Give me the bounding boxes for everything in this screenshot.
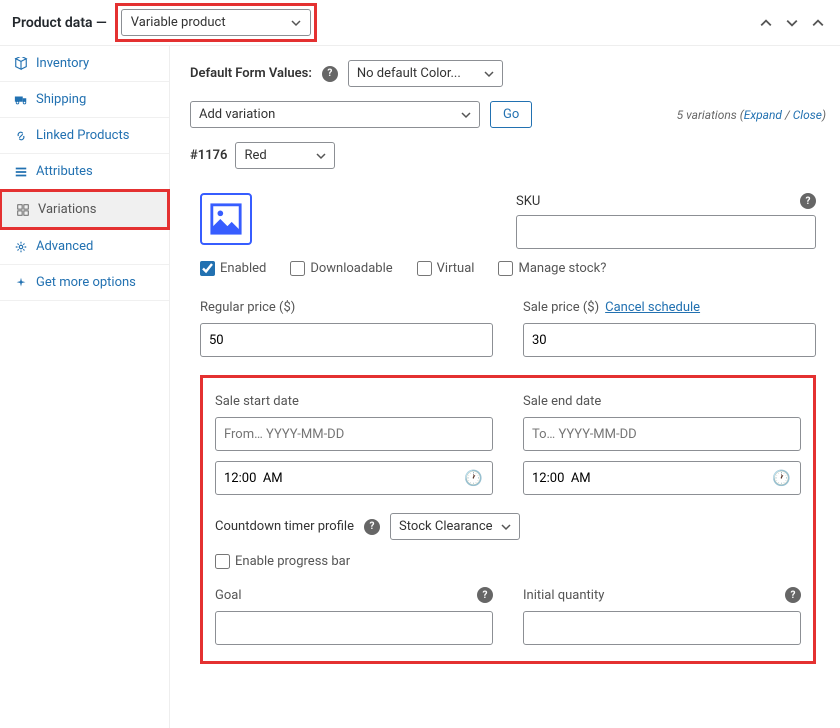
highlight-box: Sale start date 🕐 Sale end date 🕐 <box>200 375 816 664</box>
sidebar-item-linked[interactable]: Linked Products <box>0 118 169 154</box>
grid-icon <box>16 203 30 217</box>
default-form-label: Default Form Values: <box>190 66 312 81</box>
default-form-value: No default Color... <box>357 66 461 81</box>
enable-progress-checkbox[interactable]: Enable progress bar <box>215 554 801 569</box>
sale-end-label: Sale end date <box>523 394 801 409</box>
help-icon[interactable]: ? <box>477 587 493 603</box>
countdown-value: Stock Clearance <box>399 519 493 534</box>
panel-header: Product data — Variable product <box>0 0 840 46</box>
chevron-down-icon <box>501 522 511 532</box>
sidebar-item-label: Advanced <box>36 239 93 254</box>
sku-label: SKU <box>516 194 540 209</box>
sidebar-item-label: Variations <box>38 202 96 217</box>
chevron-down-icon <box>316 151 326 161</box>
sidebar-item-label: Get more options <box>36 275 136 290</box>
toggle-panel-icon[interactable] <box>808 13 828 33</box>
default-form-select[interactable]: No default Color... <box>348 60 503 87</box>
sale-start-label: Sale start date <box>215 394 493 409</box>
sale-end-time-input[interactable] <box>523 461 801 495</box>
expand-down-icon[interactable] <box>782 13 802 33</box>
sidebar-item-label: Attributes <box>36 164 93 179</box>
variation-image-placeholder[interactable] <box>200 193 252 245</box>
sidebar-item-label: Shipping <box>36 92 86 107</box>
sale-end-date-input[interactable] <box>523 417 801 451</box>
variations-meta: 5 variations (Expand / Close) <box>677 108 826 122</box>
chevron-down-icon <box>291 18 301 28</box>
sidebar-item-variations[interactable]: Variations <box>0 189 170 230</box>
add-variation-select[interactable]: Add variation <box>190 101 480 128</box>
sidebar-item-label: Inventory <box>36 56 89 71</box>
chevron-down-icon <box>484 69 494 79</box>
initial-qty-input[interactable] <box>523 611 801 645</box>
link-icon <box>14 129 28 143</box>
downloadable-checkbox[interactable]: Downloadable <box>290 261 392 276</box>
sale-price-label: Sale price ($) <box>523 300 599 315</box>
help-icon[interactable]: ? <box>785 587 801 603</box>
chevron-down-icon <box>461 110 471 120</box>
help-icon[interactable]: ? <box>800 193 816 209</box>
regular-price-input[interactable] <box>200 323 493 357</box>
enabled-checkbox[interactable]: Enabled <box>200 261 266 276</box>
virtual-checkbox[interactable]: Virtual <box>417 261 475 276</box>
image-icon <box>209 202 243 236</box>
header-actions <box>756 13 828 33</box>
goal-label: Goal <box>215 588 242 603</box>
product-type-select[interactable]: Variable product <box>121 9 311 36</box>
sidebar-item-label: Linked Products <box>36 128 129 143</box>
variation-id: #1176 <box>190 148 227 163</box>
content-area: Default Form Values: ? No default Color.… <box>170 46 840 728</box>
truck-icon <box>14 93 28 107</box>
close-link[interactable]: Close <box>793 108 822 122</box>
inventory-icon <box>14 57 28 71</box>
sparkle-icon <box>14 276 28 290</box>
sidebar-item-more[interactable]: Get more options <box>0 265 169 301</box>
panel-title: Product data — <box>12 15 107 31</box>
go-button[interactable]: Go <box>490 101 532 128</box>
initial-qty-label: Initial quantity <box>523 588 604 603</box>
variation-attr-value: Red <box>244 148 266 163</box>
sidebar-item-advanced[interactable]: Advanced <box>0 229 169 265</box>
list-icon <box>14 165 28 179</box>
product-type-value: Variable product <box>131 15 226 30</box>
countdown-select[interactable]: Stock Clearance <box>390 513 520 540</box>
sku-input[interactable] <box>516 215 816 249</box>
expand-link[interactable]: Expand <box>744 108 782 122</box>
help-icon[interactable]: ? <box>364 519 380 535</box>
gear-icon <box>14 240 28 254</box>
manage-stock-checkbox[interactable]: Manage stock? <box>498 261 606 276</box>
cancel-schedule-link[interactable]: Cancel schedule <box>605 300 700 315</box>
regular-price-label: Regular price ($) <box>200 300 493 315</box>
goal-input[interactable] <box>215 611 493 645</box>
collapse-up-icon[interactable] <box>756 13 776 33</box>
countdown-label: Countdown timer profile <box>215 519 354 534</box>
add-variation-value: Add variation <box>199 107 275 122</box>
highlight-box: Variable product <box>115 3 317 42</box>
variation-attr-select[interactable]: Red <box>235 142 335 169</box>
sidebar-item-attributes[interactable]: Attributes <box>0 154 169 190</box>
sale-price-input[interactable] <box>523 323 816 357</box>
sidebar-item-inventory[interactable]: Inventory <box>0 46 169 82</box>
sale-start-time-input[interactable] <box>215 461 493 495</box>
sidebar-item-shipping[interactable]: Shipping <box>0 82 169 118</box>
sale-start-date-input[interactable] <box>215 417 493 451</box>
help-icon[interactable]: ? <box>322 66 338 82</box>
sidebar: Inventory Shipping Linked Products Attri… <box>0 46 170 728</box>
